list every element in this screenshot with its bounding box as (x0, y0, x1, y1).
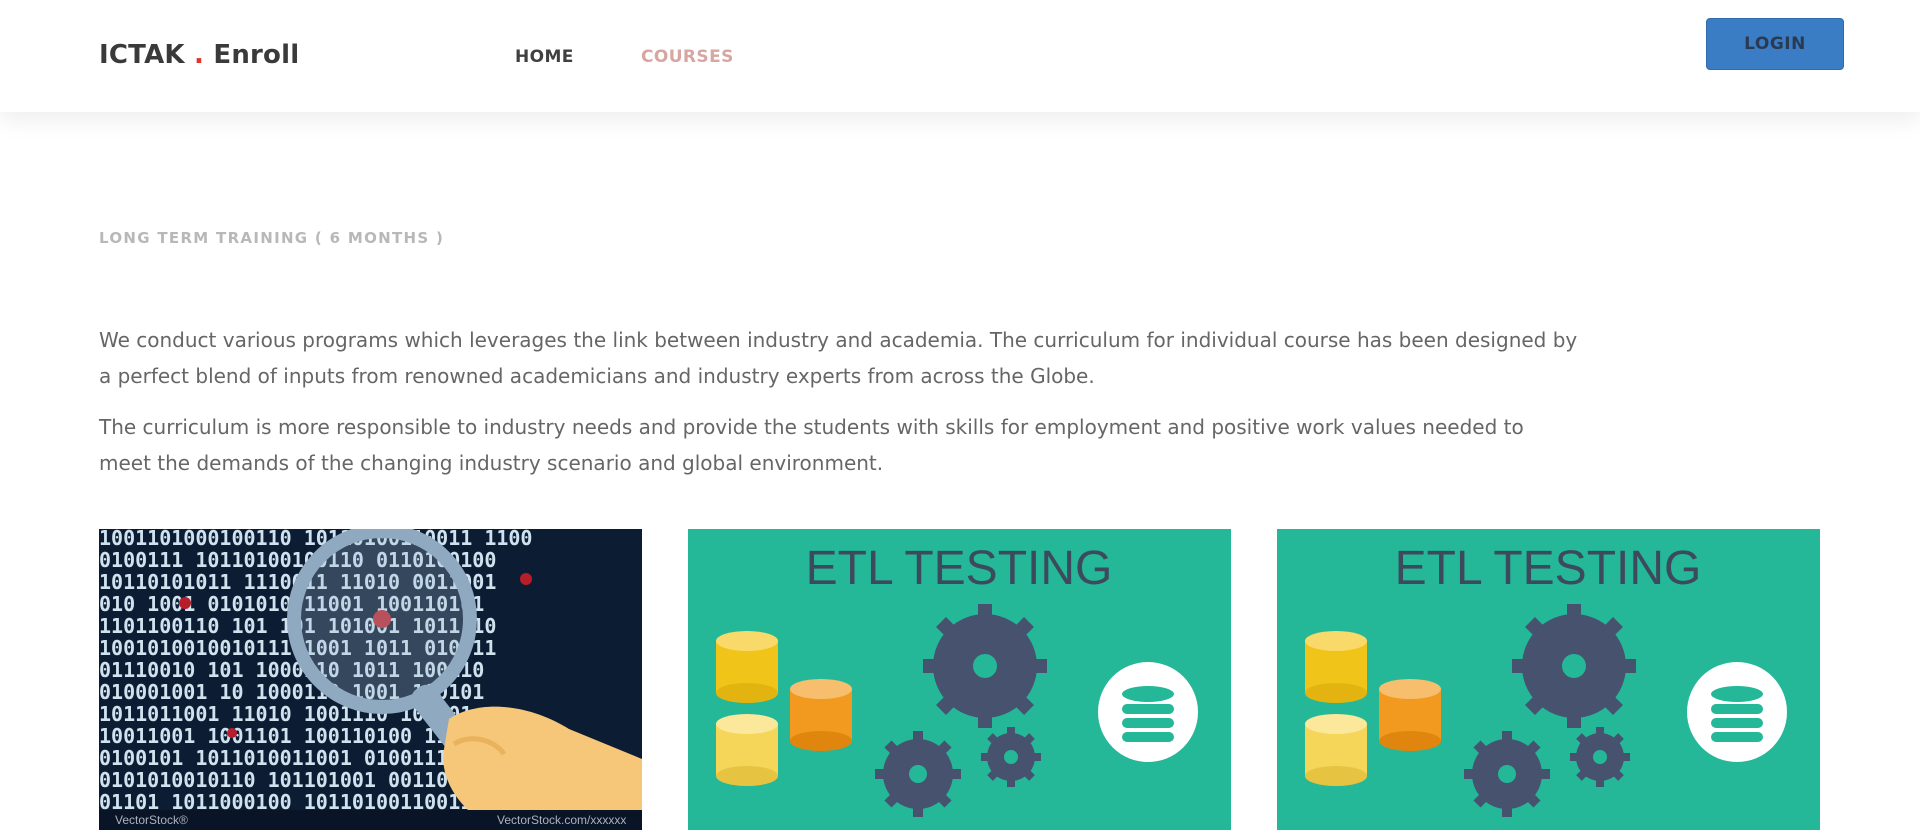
etl-gears-database-icon: ETL TESTING (1277, 529, 1820, 830)
login-button[interactable]: LOGIN (1706, 18, 1844, 70)
nav-link-courses[interactable]: COURSES (641, 47, 734, 67)
brand-logo[interactable]: ICTAK . Enroll (99, 40, 299, 70)
svg-text:VectorStock.com/xxxxxx: VectorStock.com/xxxxxx (497, 813, 626, 827)
card-image-title: ETL TESTING (806, 542, 1113, 595)
brand-main: ICTAK (99, 40, 185, 70)
course-card-2[interactable]: ETL TESTING (688, 529, 1231, 830)
course-card-1[interactable]: 1001101000100110 10110100110011 1100 010… (99, 529, 642, 830)
card-image-title: ETL TESTING (1395, 542, 1702, 595)
intro-paragraph-1: We conduct various programs which levera… (99, 328, 1578, 388)
magnifier-binary-icon: 1001101000100110 10110100110011 1100 010… (99, 529, 642, 830)
svg-text:1001101000100110 1011010011001: 1001101000100110 10110100110011 1100 (99, 529, 532, 550)
top-navbar: ICTAK . Enroll HOME COURSES LOGIN (0, 0, 1920, 112)
section-title: LONG TERM TRAINING ( 6 MONTHS ) (99, 229, 445, 247)
brand-dot: . (194, 40, 205, 70)
nav-link-home[interactable]: HOME (515, 47, 574, 67)
watermark-text: VectorStock® (115, 813, 188, 827)
intro-paragraph-2: The curriculum is more responsible to in… (99, 415, 1524, 475)
etl-gears-database-icon: ETL TESTING (688, 529, 1231, 830)
svg-text:0100101 1011010011001 01001110: 0100101 1011010011001 01001110101 (99, 746, 496, 770)
course-card-3[interactable]: ETL TESTING (1277, 529, 1820, 830)
brand-suffix: Enroll (213, 40, 300, 70)
